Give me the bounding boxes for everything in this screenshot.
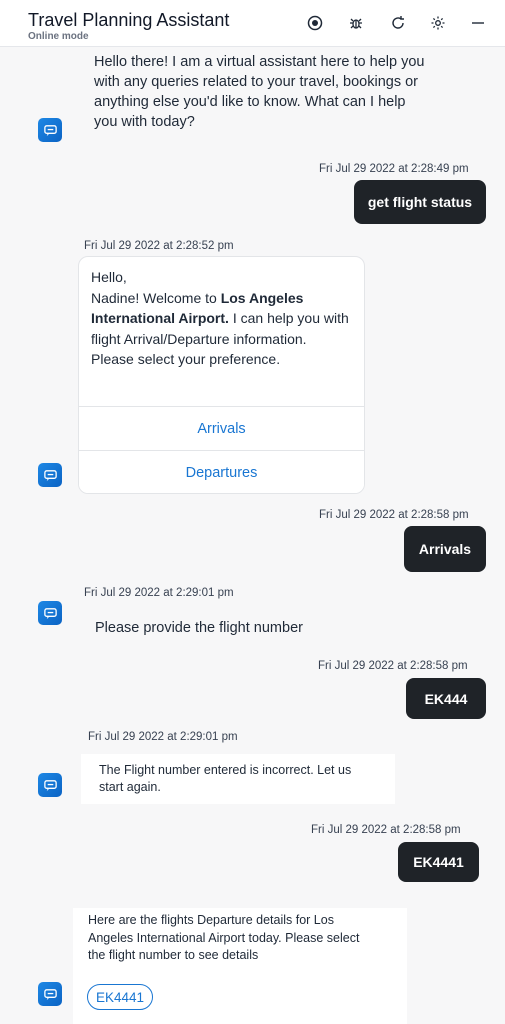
card-text: Hello, Nadine! Welcome to Los Angeles In… [91,267,353,370]
timestamp: Fri Jul 29 2022 at 2:28:58 pm [318,660,468,672]
bot-avatar-icon [38,982,62,1006]
chat-title: Travel Planning Assistant [28,10,230,30]
name-text: Nadine! Welcome to [91,289,221,306]
status-label: Online mode [28,31,89,42]
record-icon[interactable] [306,14,324,32]
bot-message: Here are the flights Departure details f… [73,908,407,1024]
refresh-icon[interactable] [389,14,407,32]
bug-icon[interactable] [347,14,365,32]
timestamp: Fri Jul 29 2022 at 2:28:58 pm [311,824,461,836]
message-line: start again. [99,780,161,794]
timestamp: Fri Jul 29 2022 at 2:28:58 pm [319,509,469,521]
timestamp: Fri Jul 29 2022 at 2:28:52 pm [84,240,234,252]
bot-message: The Flight number entered is incorrect. … [81,754,395,804]
bot-avatar-icon [38,118,62,142]
bot-avatar-icon [38,601,62,625]
user-message: EK4441 [398,842,479,882]
timestamp: Fri Jul 29 2022 at 2:29:01 pm [88,731,238,743]
flight-chip-button[interactable]: EK4441 [87,984,154,1010]
message-line: you with today? [94,114,195,130]
arrivals-button[interactable]: Arrivals [79,406,364,450]
message-line: anything else you'd like to know. What c… [94,94,406,110]
timestamp: Fri Jul 29 2022 at 2:29:01 pm [84,587,234,599]
greeting-text: Hello, [91,269,127,285]
settings-icon[interactable] [429,14,447,32]
message-line: with any queries related to your travel,… [94,74,419,90]
bot-message-welcome: Hello there! I am a virtual assistant he… [94,52,454,132]
user-message: get flight status [354,180,486,224]
bot-message-card: Hello, Nadine! Welcome to Los Angeles In… [78,256,365,494]
bot-avatar-icon [38,463,62,487]
bot-avatar-icon [38,773,62,797]
chat-header: Travel Planning Assistant Online mode [0,0,505,47]
message-line: Here are the flights Departure details f… [88,913,334,927]
bot-message: Please provide the flight number [95,620,303,636]
minimize-icon[interactable] [469,14,487,32]
user-message: EK444 [406,678,486,719]
message-line: the flight number to see details [88,948,259,962]
message-line: Hello there! I am a virtual assistant he… [94,54,425,70]
departures-button[interactable]: Departures [79,450,364,493]
timestamp: Fri Jul 29 2022 at 2:28:49 pm [319,163,469,175]
message-line: The Flight number entered is incorrect. … [99,763,352,777]
user-message: Arrivals [404,526,486,572]
message-line: Angeles International Airport today. Ple… [88,930,360,945]
